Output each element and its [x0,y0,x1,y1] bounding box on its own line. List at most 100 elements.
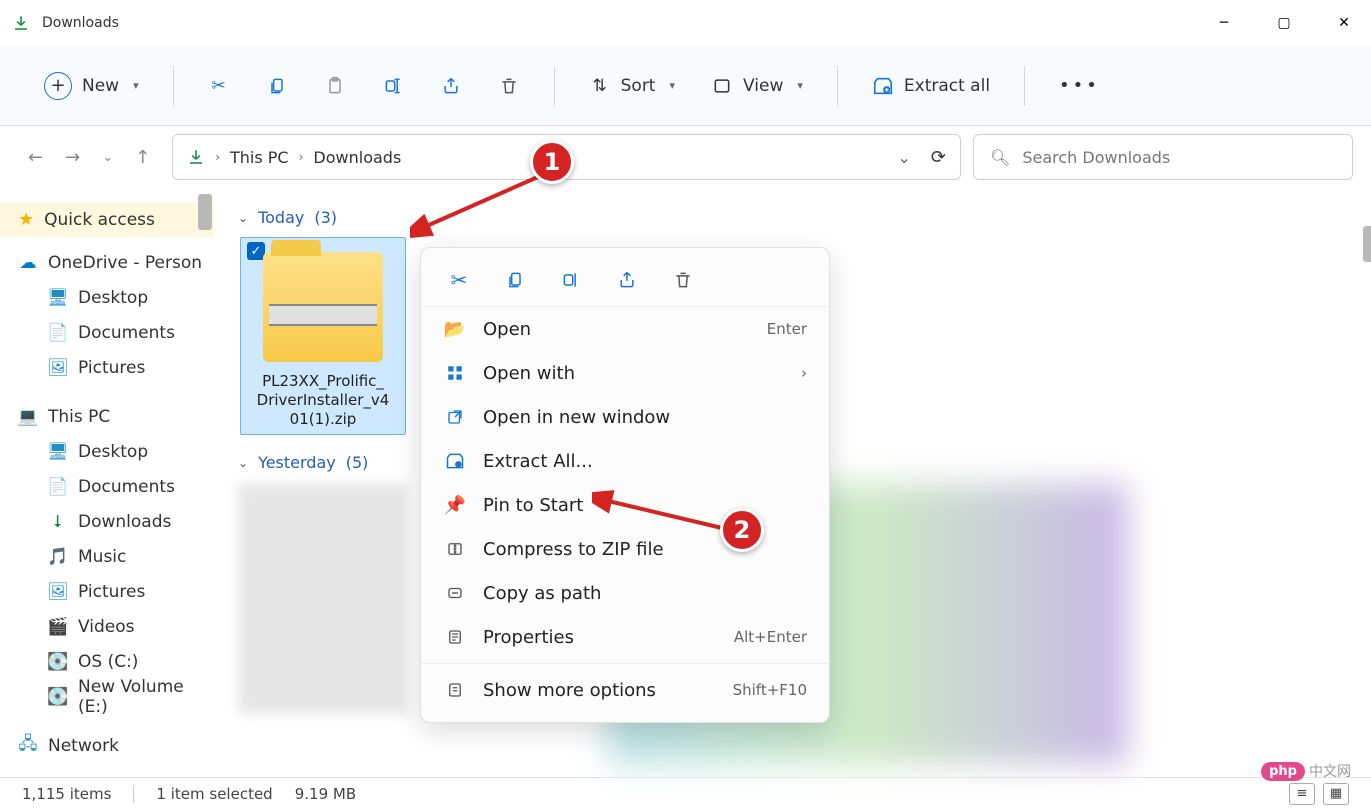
sidebar-network[interactable]: 🖧 Network [0,728,214,763]
context-properties[interactable]: Properties Alt+Enter [421,615,829,659]
documents-icon: 📄 [48,323,68,343]
sidebar-desktop[interactable]: 🖥 Desktop [0,280,214,315]
group-name: Yesterday [258,453,336,472]
copy-path-icon [443,581,467,605]
breadcrumb-chevron[interactable]: ⌄ [898,148,911,167]
share-icon[interactable] [613,266,641,294]
sidebar-os-c[interactable]: 💽 OS (C:) [0,644,214,679]
extract-all-button[interactable]: Extract all [858,62,1004,110]
sidebar-scrollbar[interactable] [198,194,212,230]
sidebar-desktop2[interactable]: 🖥 Desktop [0,434,214,469]
content-scrollbar[interactable] [1363,226,1371,262]
desktop-icon: 🖥 [48,288,68,308]
paste-button[interactable] [310,62,360,110]
sidebar-this-pc[interactable]: 💻 This PC [0,399,214,434]
copy-icon[interactable] [501,266,529,294]
sidebar-music[interactable]: 🎵 Music [0,539,214,574]
maximize-button[interactable]: ▢ [1269,8,1299,38]
status-selected: 1 item selected [156,785,272,803]
refresh-button[interactable]: ⟳ [931,147,946,168]
details-view-button[interactable]: ≡ [1289,783,1315,805]
tiles-view-button[interactable]: ▦ [1323,783,1349,805]
php-badge-icon: php [1261,762,1305,781]
copy-icon [266,75,288,97]
toolbar-separator [837,66,838,106]
chevron-down-icon: ▾ [797,79,803,92]
more-button[interactable]: ••• [1045,62,1114,110]
group-name: Today [258,208,304,227]
sort-button[interactable]: ⇅ Sort ▾ [575,62,689,110]
ctx-shortcut: Alt+Enter [734,628,807,646]
sidebar-item-label: Pictures [78,582,145,602]
context-show-more[interactable]: Show more options Shift+F10 [421,668,829,712]
breadcrumb-segment[interactable]: This PC [230,148,289,167]
breadcrumb-segment[interactable]: Downloads [313,148,401,167]
file-name-line: 01(1).zip [247,410,399,429]
view-button[interactable]: View ▾ [697,62,817,110]
context-extract-all[interactable]: Extract All... [421,439,829,483]
star-icon: ★ [18,209,34,230]
network-icon: 🖧 [18,736,38,756]
search-input[interactable]: 🔍︎ Search Downloads [973,134,1353,180]
context-pin-to-start[interactable]: 📌 Pin to Start [421,483,829,527]
history-chevron[interactable]: ⌄ [102,150,113,165]
chevron-down-icon: ⌄ [238,456,248,470]
trash-icon [498,75,520,97]
cut-icon[interactable]: ✂ [445,266,473,294]
sidebar-quick-access[interactable]: ★ Quick access [0,202,214,237]
delete-button[interactable] [484,62,534,110]
ctx-label: Copy as path [483,583,601,604]
context-copy-path[interactable]: Copy as path [421,571,829,615]
forward-button[interactable]: → [65,147,80,168]
sidebar: ★ Quick access ☁ OneDrive - Person 🖥 Des… [0,188,214,777]
sidebar-pictures2[interactable]: 🖼 Pictures [0,574,214,609]
rename-button[interactable] [368,62,418,110]
sidebar-item-label: Desktop [78,288,148,308]
ctx-label: Pin to Start [483,495,583,516]
sidebar-pictures[interactable]: 🖼 Pictures [0,350,214,385]
group-today[interactable]: ⌄ Today (3) [238,208,1347,227]
cut-icon: ✂ [208,75,230,97]
videos-icon: 🎬 [48,617,68,637]
context-open-new-window[interactable]: Open in new window [421,395,829,439]
context-quick-actions: ✂ [421,258,829,307]
sidebar-downloads[interactable]: ⭣ Downloads [0,504,214,539]
sidebar-new-volume[interactable]: 💽 New Volume (E:) [0,679,214,714]
sidebar-documents[interactable]: 📄 Documents [0,315,214,350]
new-button[interactable]: + New ▾ [30,62,153,110]
context-compress[interactable]: Compress to ZIP file [421,527,829,571]
sidebar-onedrive[interactable]: ☁ OneDrive - Person [0,245,214,280]
trash-icon[interactable] [669,266,697,294]
rename-icon[interactable] [557,266,585,294]
file-thumbnail[interactable] [238,484,408,714]
sidebar-item-label: New Volume (E:) [78,677,214,717]
share-button[interactable] [426,62,476,110]
sidebar-item-label: Documents [78,477,175,497]
sidebar-item-label: This PC [48,407,110,427]
minimize-button[interactable]: ─ [1209,8,1239,38]
sidebar-item-label: Documents [78,323,175,343]
pictures-icon: 🖼 [48,358,68,378]
apps-icon [443,361,467,385]
sidebar-documents2[interactable]: 📄 Documents [0,469,214,504]
context-open[interactable]: 📂 Open Enter [421,307,829,351]
sidebar-videos[interactable]: 🎬 Videos [0,609,214,644]
copy-button[interactable] [252,62,302,110]
cut-button[interactable]: ✂ [194,62,244,110]
drive-icon: 💽 [48,687,68,707]
window-title: Downloads [42,15,119,31]
context-menu: ✂ 📂 Open Enter Open with › Open in new w… [420,247,830,723]
context-open-with[interactable]: Open with › [421,351,829,395]
ctx-shortcut: Shift+F10 [733,681,807,699]
close-button[interactable]: ✕ [1329,8,1359,38]
selected-file[interactable]: ✓ PL23XX_Prolific_ DriverInstaller_v4 01… [240,237,406,435]
search-icon: 🔍︎ [990,148,1010,167]
up-button[interactable]: ↑ [135,147,150,168]
back-button[interactable]: ← [28,147,43,168]
chevron-right-icon: › [215,150,220,164]
chevron-right-icon: › [299,150,304,164]
downloads-icon [187,148,205,166]
ctx-label: Compress to ZIP file [483,539,664,560]
extract-icon [443,449,467,473]
toolbar-separator [1024,66,1025,106]
